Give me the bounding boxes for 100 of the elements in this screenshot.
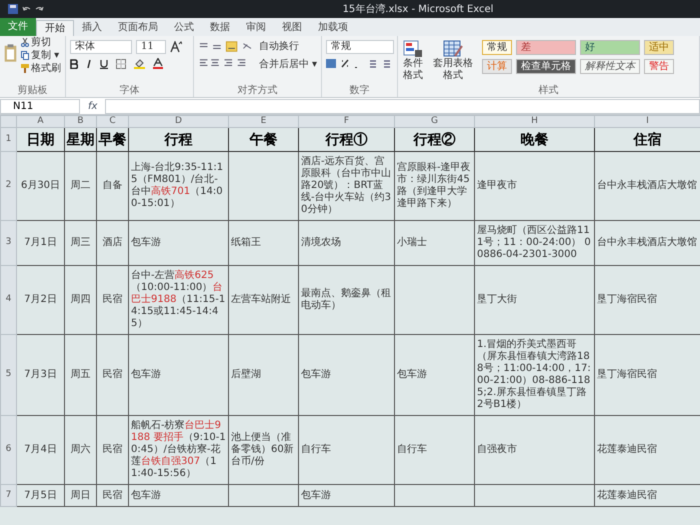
table-cell: 屋马烧町（西区公益路111号；11：00-24:00） 00886-04-2301-3000 [474,220,594,266]
column-heading: 行程① [298,128,394,152]
table-cell: 宫原眼科-逢甲夜市：绿川东街45路（到逢甲大学逢甲路下来） [394,152,474,220]
copy-icon [21,51,29,60]
group-label: 数字 [348,85,370,97]
font-name-field[interactable]: 宋体 [70,40,132,54]
copy-button[interactable]: 复制 ▾ [31,49,60,62]
column-header[interactable]: B [64,116,96,128]
wrap-text-button[interactable]: 自动换行 [258,40,317,53]
column-header[interactable]: H [474,116,594,128]
italic-icon[interactable] [86,58,92,68]
row-header[interactable]: 7 [0,484,16,506]
table-cell: 酒店-远东百货、宫原眼科（台中市中山路20號）：BRT蓝线-台中火车站（约30分钟） [298,152,394,220]
table-cell: 台中-左营高铁625 （10:00-11:00）台巴士9188（11:15-14:15或11:45-14:45） [128,266,228,334]
ribbon-tab[interactable]: 审阅 [238,20,274,36]
table-cell: 垦丁大街 [474,266,594,334]
column-header[interactable]: E [228,116,298,128]
merge-center-button[interactable]: 合并后居中 ▾ [258,58,317,71]
save-icon[interactable] [8,4,18,14]
undo-icon[interactable] [22,5,31,13]
format-painter-button[interactable]: 格式刷 [31,62,61,75]
row-header[interactable]: 2 [0,152,16,220]
cut-button[interactable]: 剪切 [31,36,51,49]
row-header[interactable]: 1 [0,128,16,152]
table-cell: 7月5日 [16,484,64,506]
table-cell: 民宿 [96,334,128,416]
ribbon-tab[interactable]: 加载项 [310,20,356,36]
ribbon-tab[interactable]: 视图 [274,20,310,36]
conditional-format-button[interactable]: 条件格式 [402,58,424,82]
column-header[interactable]: A [16,116,64,128]
brush-icon [21,64,29,73]
table-cell: 上海-台北9:35-11:15（FM801）/台北-台中高铁701（14:00-15:01） [128,152,228,220]
table-cell: 周三 [64,220,96,266]
underline-icon[interactable] [100,58,108,68]
font-color-icon[interactable] [153,58,163,69]
window-title: 15年台湾.xlsx - Microsoft Excel [342,2,494,16]
table-cell: 左营车站附近 [228,266,298,334]
table-cell: 小瑞士 [394,220,474,266]
table-cell: 周六 [64,416,96,484]
table-cell: 自强夜市 [474,416,594,484]
column-heading: 晚餐 [474,128,594,152]
ribbon-tab[interactable]: 开始 [36,20,74,36]
column-header[interactable]: G [394,116,474,128]
border-icon[interactable] [116,58,126,68]
table-cell: 自行车 [298,416,394,484]
table-format-button[interactable]: 套用表格格式 [432,58,474,82]
group-label: 剪贴板 [16,85,48,97]
table-cell: 逢甲夜市 [474,152,594,220]
table-cell: 民宿 [96,416,128,484]
table-cell: 酒店 [96,220,128,266]
group-label: 样式 [538,85,560,97]
table-cell: 包车游 [128,220,228,266]
table-cell: 包车游 [394,334,474,416]
table-cell: 包车游 [128,334,228,416]
table-cell: 6月30日 [16,152,64,220]
column-heading: 行程② [394,128,474,152]
table-cell: 自行车 [394,416,474,484]
bold-icon[interactable] [70,58,78,68]
table-cell: 纸箱王 [228,220,298,266]
group-label: 字体 [118,85,140,97]
table-cell: 后壁湖 [228,334,298,416]
cell-style-option[interactable]: 常规 [482,40,512,55]
column-header[interactable]: C [96,116,128,128]
cell-style-option[interactable]: 检查单元格 [516,59,576,74]
column-heading: 早餐 [96,128,128,152]
row-header[interactable]: 5 [0,334,16,416]
column-heading: 行程 [128,128,228,152]
column-header[interactable]: I [594,116,700,128]
grow-font-icon[interactable] [170,41,182,53]
row-header[interactable]: 4 [0,266,16,334]
table-cell: 清境农场 [298,220,394,266]
table-cell: 周二 [64,152,96,220]
ribbon-tab[interactable]: 数据 [202,20,238,36]
row-header[interactable]: 3 [0,220,16,266]
cell-style-option[interactable]: 适中 [644,40,674,55]
table-cell: 包车游 [298,484,394,506]
conditional-format-icon [403,40,423,58]
cell-style-option[interactable]: 警告 [644,59,674,74]
cell-style-option[interactable]: 解释性文本 [580,59,640,74]
file-tab[interactable]: 文件 [0,18,36,36]
font-size-field[interactable]: 11 [136,40,166,54]
table-cell: 池上便当（准备零钱）60新台币/份 [228,416,298,484]
cell-style-option[interactable]: 好 [580,40,640,55]
row-header[interactable]: 6 [0,416,16,484]
name-box[interactable]: N11 [0,98,80,114]
ribbon-tab[interactable]: 页面布局 [110,20,166,36]
column-header[interactable]: F [298,116,394,128]
cell-style-option[interactable]: 差 [516,40,576,55]
ribbon-tab[interactable]: 插入 [74,20,110,36]
table-cell: 船帆石-枋寮台巴士9188 要招手（9:10-10:45）/台铁枋寮-花莲台铁自强307（11:40-15:56） [128,416,228,484]
function-button[interactable]: fx [88,98,98,114]
redo-icon[interactable] [35,5,44,13]
column-header[interactable]: D [128,116,228,128]
table-cell: 民宿 [96,266,128,334]
fill-color-icon[interactable] [134,58,145,69]
number-format-field[interactable]: 常规 [326,40,394,54]
ribbon-tab[interactable]: 公式 [166,20,202,36]
table-cell: 1.冒烟的乔美式墨西哥（屏东县恒春镇大湾路188号；11:00-14:00，17:00-21:00）08-886-1185;2.屏东县恒春镇垦丁路2号B1楼） [474,334,594,416]
formula-field[interactable] [105,98,700,114]
table-cell: 周日 [64,484,96,506]
